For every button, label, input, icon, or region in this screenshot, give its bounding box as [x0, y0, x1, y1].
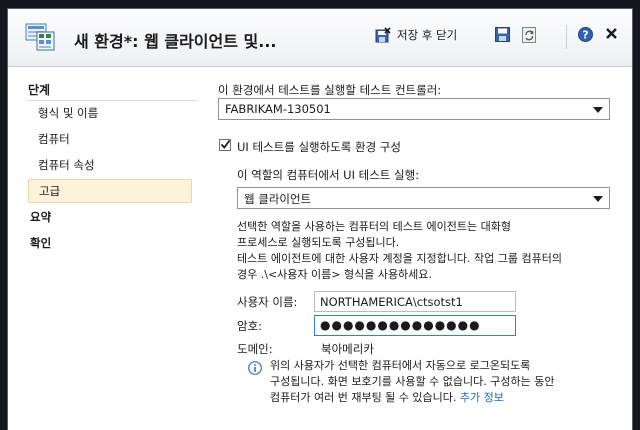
step-type-and-name[interactable]: 형식 및 이름 [28, 101, 192, 125]
step-confirm[interactable]: 확인 [28, 231, 192, 255]
domain-value: 북아메리카 [321, 342, 374, 356]
password-input[interactable]: ●●●●●●●●●●●●●● [314, 315, 516, 336]
description-line-1: 선택한 역할을 사용하는 컴퓨터의 테스트 에이전트는 대화형 [237, 220, 511, 233]
chevron-down-icon [593, 107, 603, 113]
domain-label: 도메인: [237, 342, 273, 356]
steps-header: 단계 [28, 81, 198, 101]
info-line-3: 컴퓨터가 여러 번 재부팅 될 수 있습니다. [270, 391, 457, 404]
advanced-settings-panel: 이 환경에서 테스트를 실행할 테스트 컨트롤러: FABRIKAM-13050… [218, 9, 628, 430]
username-input[interactable]: NORTHAMERICA\ctsotst1 [314, 291, 516, 312]
step-machines[interactable]: 컴퓨터 [28, 127, 192, 151]
description-line-3: 테스트 에이전트에 대한 사용자 계정을 지정합니다. 작업 그룹 컴퓨터의 [237, 252, 562, 265]
step-summary[interactable]: 요약 [28, 205, 192, 229]
ui-test-role-label: 이 역할의 컴퓨터에서 UI 테스트 실행: [237, 168, 420, 182]
test-controller-label: 이 환경에서 테스트를 실행할 테스트 컨트롤러: [218, 83, 442, 97]
username-label: 사용자 이름: [237, 295, 298, 309]
info-line-3-container: 컴퓨터가 여러 번 재부팅 될 수 있습니다. 추가 정보 [270, 390, 504, 406]
test-controller-dropdown[interactable]: FABRIKAM-130501 [218, 98, 610, 120]
checkmark-icon [220, 139, 231, 149]
ui-test-role-value: 웹 클라이언트 [244, 192, 312, 206]
environment-wizard-window: 새 환경*: 웹 클라이언트 및... 저장 후 닫기 ? 단계 형식 및 이름… [7, 8, 633, 430]
password-label: 암호: [237, 319, 263, 333]
ui-test-role-dropdown[interactable]: 웹 클라이언트 [237, 187, 610, 209]
configure-ui-test-checkbox[interactable] [219, 139, 231, 151]
info-icon [248, 361, 262, 375]
info-line-1: 위의 사용자가 선택한 컴퓨터에서 자동으로 로그온되도록 [270, 359, 531, 372]
description-line-2: 프로세스로 실행되도록 구성됩니다. [237, 236, 400, 249]
configure-ui-test-label[interactable]: UI 테스트를 실행하도록 환경 구성 [237, 139, 401, 155]
chevron-down-icon [593, 196, 603, 202]
wizard-steps-sidebar: 단계 형식 및 이름 컴퓨터 컴퓨터 속성 고급 요약 확인 [28, 81, 198, 250]
info-line-2: 구성됩니다. 화면 보호기를 사용할 수 없습니다. 구성하는 동안 [270, 375, 555, 388]
description-line-4: 경우 .\<사용자 이름> 형식을 사용하세요. [237, 268, 432, 281]
more-info-link[interactable]: 추가 정보 [460, 391, 504, 404]
step-advanced[interactable]: 고급 [28, 179, 192, 203]
environment-app-icon [25, 23, 55, 51]
test-controller-value: FABRIKAM-130501 [225, 102, 331, 116]
step-machine-properties[interactable]: 컴퓨터 속성 [28, 153, 192, 177]
